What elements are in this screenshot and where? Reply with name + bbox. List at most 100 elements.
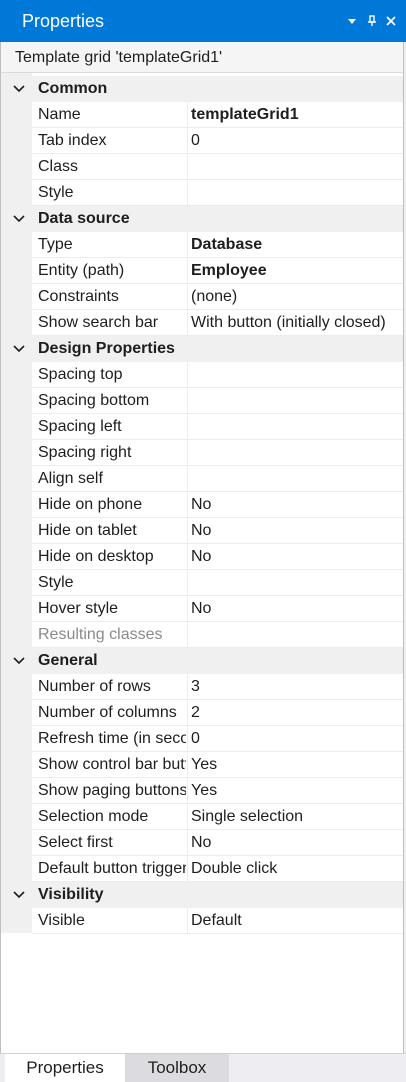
category-data-source[interactable]: Data source (1, 206, 403, 232)
column-divider[interactable] (187, 102, 188, 128)
column-divider[interactable] (187, 544, 188, 570)
property-row[interactable]: Spacing bottom (1, 388, 403, 414)
column-divider[interactable] (187, 128, 188, 154)
property-row[interactable]: Entity (path) Employee (1, 258, 403, 284)
column-divider[interactable] (187, 778, 188, 804)
property-row[interactable]: Spacing top (1, 362, 403, 388)
column-divider[interactable] (187, 466, 188, 492)
column-divider[interactable] (187, 570, 188, 596)
property-value[interactable]: (none) (191, 284, 403, 310)
property-value[interactable] (191, 362, 403, 388)
tab-toolbox[interactable]: Toolbox (125, 1054, 229, 1082)
property-value[interactable]: Database (191, 232, 403, 258)
property-row[interactable]: Default button trigger Double click (1, 856, 403, 882)
close-icon[interactable] (384, 12, 400, 30)
column-divider[interactable] (187, 596, 188, 622)
property-row[interactable]: Name templateGrid1 (1, 102, 403, 128)
property-row[interactable]: Select first No (1, 830, 403, 856)
property-row[interactable]: Spacing left (1, 414, 403, 440)
panel-titlebar[interactable]: Properties (0, 0, 406, 42)
property-value[interactable]: Double click (191, 856, 403, 882)
property-value[interactable] (191, 570, 403, 596)
column-divider[interactable] (187, 700, 188, 726)
property-row[interactable]: Tab index 0 (1, 128, 403, 154)
chevron-down-icon[interactable] (12, 82, 26, 96)
property-value[interactable]: 3 (191, 674, 403, 700)
chevron-down-icon[interactable] (12, 342, 26, 356)
property-grid[interactable]: Common Name templateGrid1 Tab index 0 Class St… (0, 73, 404, 1053)
column-divider[interactable] (187, 622, 188, 648)
property-value[interactable]: 0 (191, 128, 403, 154)
chevron-down-icon[interactable] (12, 888, 26, 902)
property-value[interactable]: 2 (191, 700, 403, 726)
property-value[interactable] (191, 466, 403, 492)
column-divider[interactable] (187, 752, 188, 778)
column-divider[interactable] (187, 440, 188, 466)
property-row[interactable]: Resulting classes (1, 622, 403, 648)
column-divider[interactable] (187, 414, 188, 440)
property-row[interactable]: Show paging buttons Yes (1, 778, 403, 804)
property-row[interactable]: Hide on tablet No (1, 518, 403, 544)
property-row[interactable]: Selection mode Single selection (1, 804, 403, 830)
column-divider[interactable] (187, 232, 188, 258)
column-divider[interactable] (187, 492, 188, 518)
property-value[interactable] (191, 440, 403, 466)
property-row[interactable]: Type Database (1, 232, 403, 258)
column-divider[interactable] (187, 856, 188, 882)
property-value[interactable]: templateGrid1 (191, 102, 403, 128)
column-divider[interactable] (187, 518, 188, 544)
property-value[interactable]: Yes (191, 778, 403, 804)
property-value[interactable]: No (191, 492, 403, 518)
property-row[interactable]: Refresh time (in seconds) 0 (1, 726, 403, 752)
property-row[interactable]: Number of rows 3 (1, 674, 403, 700)
property-row[interactable]: Hover style No (1, 596, 403, 622)
category-general[interactable]: General (1, 648, 403, 674)
property-row[interactable]: Show search bar With button (initially cl… (1, 310, 403, 336)
column-divider[interactable] (187, 362, 188, 388)
column-divider[interactable] (187, 310, 188, 336)
property-row[interactable]: Style (1, 570, 403, 596)
column-divider[interactable] (187, 674, 188, 700)
property-row[interactable]: Spacing right (1, 440, 403, 466)
property-row[interactable]: Hide on desktop No (1, 544, 403, 570)
pin-icon[interactable] (365, 12, 381, 30)
property-value[interactable]: No (191, 830, 403, 856)
property-value[interactable]: No (191, 544, 403, 570)
tab-properties[interactable]: Properties (5, 1054, 125, 1082)
property-row[interactable]: Show control bar buttons Yes (1, 752, 403, 778)
column-divider[interactable] (187, 388, 188, 414)
property-row[interactable]: Hide on phone No (1, 492, 403, 518)
triangle-down-icon[interactable] (345, 12, 361, 30)
property-value[interactable] (191, 154, 403, 180)
property-value[interactable]: Yes (191, 752, 403, 778)
property-value[interactable]: Single selection (191, 804, 403, 830)
property-value[interactable] (191, 414, 403, 440)
property-value[interactable]: With button (initially closed) (191, 310, 403, 336)
property-value[interactable]: No (191, 518, 403, 544)
property-value[interactable]: Employee (191, 258, 403, 284)
property-value[interactable]: Default (191, 908, 403, 934)
column-divider[interactable] (187, 726, 188, 752)
property-row[interactable]: Number of columns 2 (1, 700, 403, 726)
column-divider[interactable] (187, 258, 188, 284)
column-divider[interactable] (187, 154, 188, 180)
property-value[interactable]: No (191, 596, 403, 622)
property-value[interactable] (191, 388, 403, 414)
column-divider[interactable] (187, 804, 188, 830)
chevron-down-icon[interactable] (12, 212, 26, 226)
property-value[interactable]: 0 (191, 726, 403, 752)
chevron-down-icon[interactable] (12, 654, 26, 668)
column-divider[interactable] (187, 908, 188, 934)
category-common[interactable]: Common (1, 76, 403, 102)
property-row[interactable]: Class (1, 154, 403, 180)
column-divider[interactable] (187, 284, 188, 310)
column-divider[interactable] (187, 180, 188, 206)
property-row[interactable]: Visible Default (1, 908, 403, 934)
property-row[interactable]: Align self (1, 466, 403, 492)
property-row[interactable]: Constraints (none) (1, 284, 403, 310)
category-visibility[interactable]: Visibility (1, 882, 403, 908)
property-value[interactable] (191, 180, 403, 206)
category-design-properties[interactable]: Design Properties (1, 336, 403, 362)
column-divider[interactable] (187, 830, 188, 856)
property-row[interactable]: Style (1, 180, 403, 206)
